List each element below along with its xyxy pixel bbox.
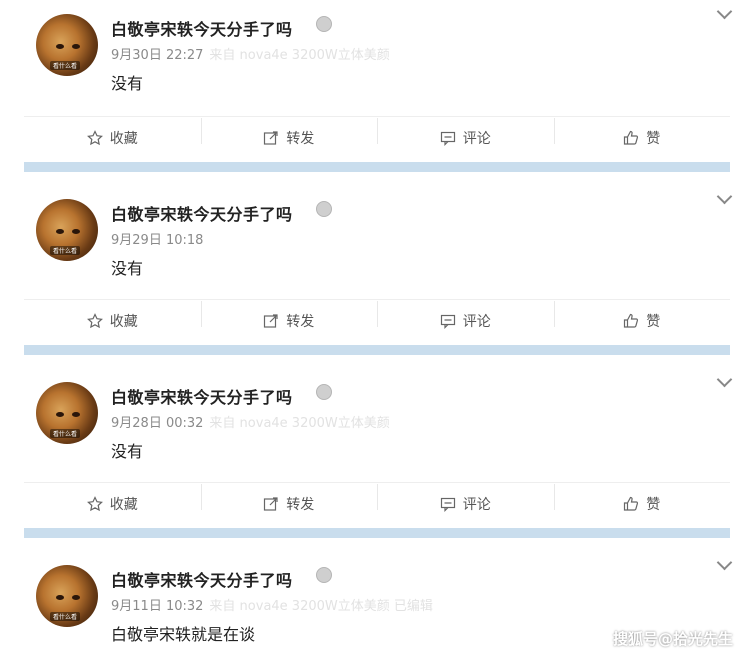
thumbs-up-icon [624,130,639,145]
avatar[interactable]: 看什么看 [36,199,98,261]
vip-badge-icon [316,201,332,217]
post-date: 9月30日 22:27 [111,48,204,63]
repost-icon [264,497,278,511]
post-meta: 9月11日 10:32 来自 nova4e 3200W立体美颜 已编辑 [111,595,433,614]
avatar-eye [72,229,80,234]
comment-button[interactable]: 评论 [377,118,554,148]
repost-icon [264,131,278,145]
post-source: 来自 nova4e 3200W立体美颜 已编辑 [209,599,433,614]
avatar-eye [72,412,80,417]
comment-label: 评论 [462,497,491,513]
favorite-button[interactable]: 收藏 [24,128,201,148]
favorite-label: 收藏 [109,497,138,513]
repost-label: 转发 [286,497,315,513]
comment-icon [440,314,455,329]
like-label: 赞 [646,131,661,147]
avatar[interactable]: 看什么看 [36,382,98,444]
avatar-eye [56,412,64,417]
like-button[interactable]: 赞 [553,484,731,514]
repost-icon [264,314,278,328]
post-content: 没有 [111,442,144,461]
avatar-eye [56,229,64,234]
favorite-button[interactable]: 收藏 [24,494,201,514]
favorite-label: 收藏 [109,314,138,330]
repost-button[interactable]: 转发 [200,484,378,514]
post-source: 来自 nova4e 3200W立体美颜 [209,48,390,63]
avatar-eye [56,44,64,49]
user-name[interactable]: 白敬亭宋轶今天分手了吗 [111,201,293,225]
repost-button[interactable]: 转发 [200,118,378,148]
post-separator [24,162,730,172]
post-meta: 9月29日 10:18 [111,229,209,248]
post-meta: 9月30日 22:27 来自 nova4e 3200W立体美颜 [111,44,390,63]
repost-button[interactable]: 转发 [200,301,378,331]
post-card: 看什么看 白敬亭宋轶今天分手了吗 9月28日 00:32 来自 nova4e 32… [24,368,733,528]
chevron-down-icon[interactable] [716,554,733,571]
chevron-down-icon[interactable] [716,371,733,388]
post-separator [24,528,730,538]
star-icon [86,130,103,146]
thumbs-up-icon [624,313,639,328]
vip-badge-icon [316,384,332,400]
action-bar: 收藏 转发 评论 赞 [24,299,730,342]
vip-badge-icon [316,16,332,32]
action-bar: 收藏 转发 评论 赞 [24,116,730,159]
favorite-button[interactable]: 收藏 [24,311,201,331]
avatar-tag: 看什么看 [50,612,81,621]
user-name[interactable]: 白敬亭宋轶今天分手了吗 [111,567,293,591]
chevron-down-icon[interactable] [716,3,733,20]
post-date: 9月28日 00:32 [111,416,204,431]
comment-label: 评论 [462,131,491,147]
post-separator [24,345,730,355]
comment-icon [440,497,455,512]
comment-icon [440,131,455,146]
star-icon [86,496,103,512]
post-card: 看什么看 白敬亭宋轶今天分手了吗 9月30日 22:27 来自 nova4e 32… [24,0,733,162]
thumbs-up-icon [624,496,639,511]
avatar[interactable]: 看什么看 [36,14,98,76]
vip-badge-icon [316,567,332,583]
favorite-label: 收藏 [109,131,138,147]
post-content: 没有 [111,259,144,278]
like-label: 赞 [646,314,661,330]
post-content: 没有 [111,74,144,93]
avatar-tag: 看什么看 [50,429,81,438]
avatar-tag: 看什么看 [50,246,81,255]
post-card: 看什么看 白敬亭宋轶今天分手了吗 9月29日 10:18 没有 收藏 转发 评论… [24,185,733,345]
comment-button[interactable]: 评论 [377,301,554,331]
comment-button[interactable]: 评论 [377,484,554,514]
comment-label: 评论 [462,314,491,330]
avatar-eye [56,595,64,600]
post-date: 9月29日 10:18 [111,233,204,248]
like-label: 赞 [646,497,661,513]
post-meta: 9月28日 00:32 来自 nova4e 3200W立体美颜 [111,412,390,431]
watermark: 搜狐号@拾光先生 [612,630,733,648]
repost-label: 转发 [286,131,315,147]
post-content: 白敬亭宋轶就是在谈 [111,625,256,644]
avatar[interactable]: 看什么看 [36,565,98,627]
post-source: 来自 nova4e 3200W立体美颜 [209,416,390,431]
avatar-eye [72,595,80,600]
user-name[interactable]: 白敬亭宋轶今天分手了吗 [111,16,293,40]
avatar-eye [72,44,80,49]
user-name[interactable]: 白敬亭宋轶今天分手了吗 [111,384,293,408]
like-button[interactable]: 赞 [553,301,731,331]
star-icon [86,313,103,329]
post-date: 9月11日 10:32 [111,599,204,614]
action-bar: 收藏 转发 评论 赞 [24,482,730,525]
like-button[interactable]: 赞 [553,118,731,148]
avatar-tag: 看什么看 [50,61,81,70]
repost-label: 转发 [286,314,315,330]
chevron-down-icon[interactable] [716,188,733,205]
